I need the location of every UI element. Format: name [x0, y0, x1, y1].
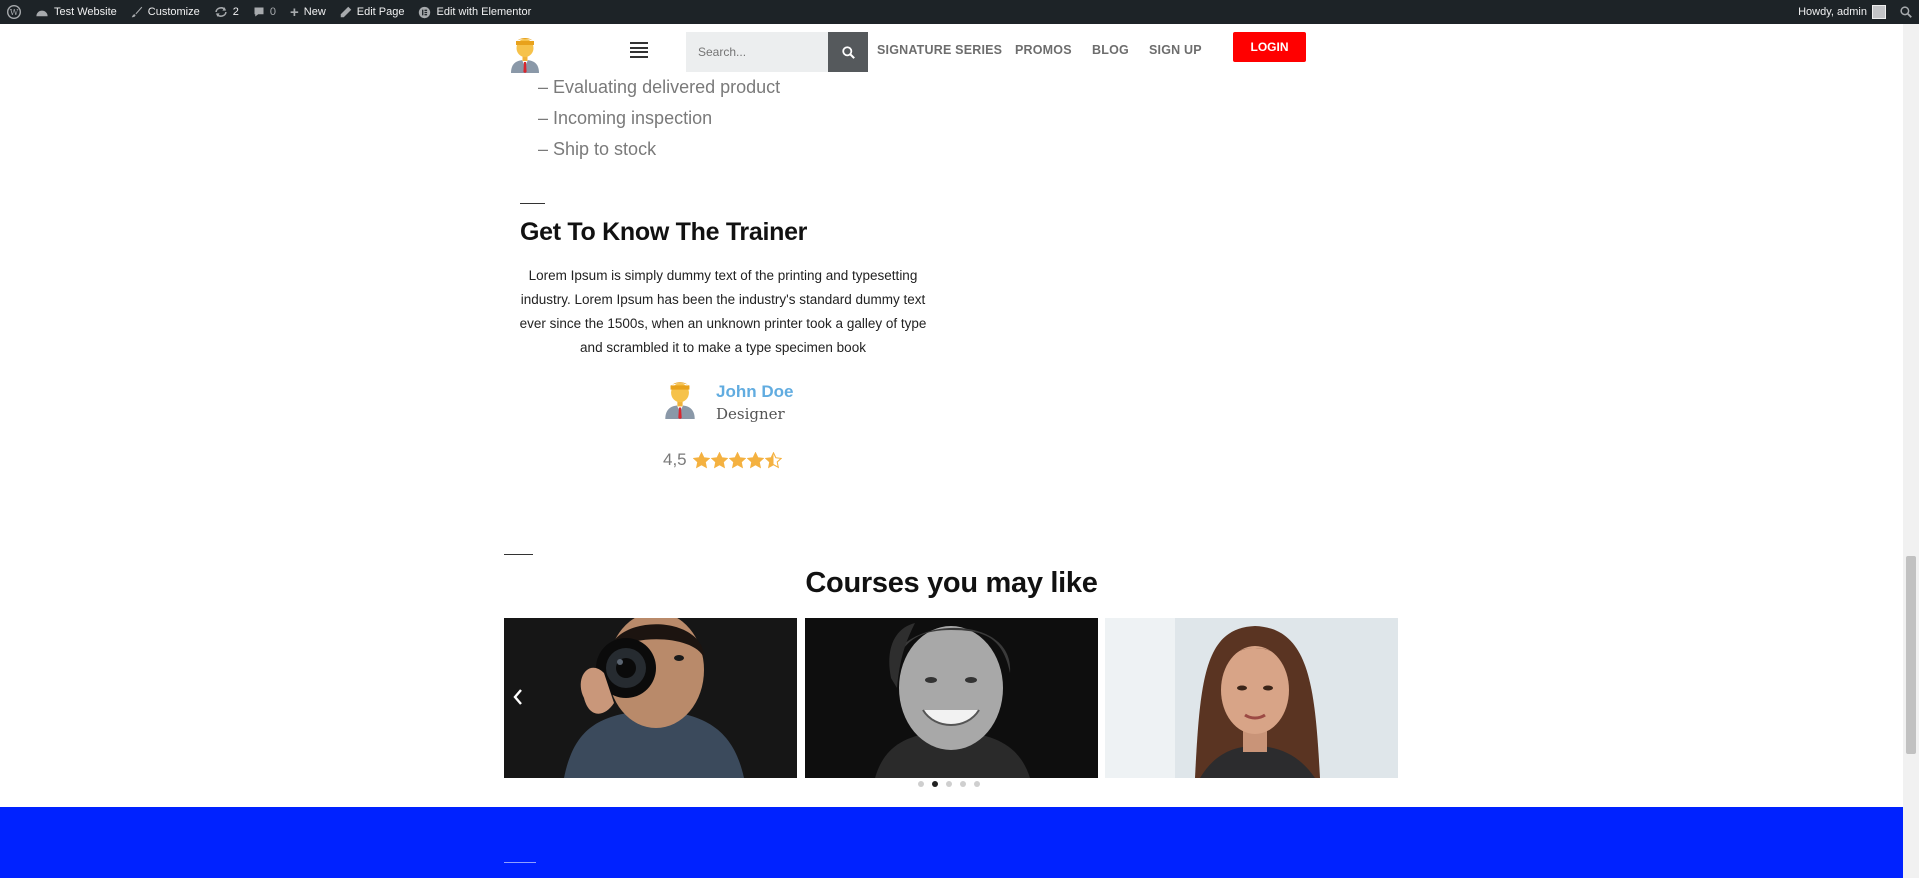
- search-icon: [1900, 6, 1912, 18]
- carousel-dot[interactable]: [960, 781, 966, 787]
- carousel-pagination: [918, 781, 980, 787]
- carousel-dot[interactable]: [932, 781, 938, 787]
- star-icon: [764, 451, 782, 468]
- pencil-icon: [340, 6, 352, 18]
- trainer-avatar-icon: [665, 382, 695, 419]
- course-card[interactable]: [805, 618, 1098, 778]
- section-divider: [504, 554, 533, 555]
- course-image-woman: [1105, 618, 1398, 778]
- howdy-label: Howdy, admin: [1798, 6, 1867, 18]
- trainer-logo-icon: [511, 38, 539, 73]
- elementor-icon: [419, 6, 431, 18]
- trainer-bio: Lorem Ipsum is simply dummy text of the …: [519, 268, 927, 355]
- list-item: – Incoming inspection: [538, 108, 713, 128]
- site-search-input[interactable]: [686, 32, 828, 72]
- site-name-menu[interactable]: Test Website: [28, 0, 124, 24]
- admin-bar-right: Howdy, admin: [1791, 0, 1919, 24]
- carousel-dot[interactable]: [946, 781, 952, 787]
- scrollbar-thumb[interactable]: [1906, 556, 1916, 754]
- footer-section: [0, 807, 1903, 878]
- course-card[interactable]: [504, 618, 797, 778]
- customize-label: Customize: [147, 6, 200, 18]
- nav-signature-series[interactable]: SIGNATURE SERIES: [877, 43, 1002, 57]
- hamburger-bar: [630, 55, 648, 58]
- edit-elementor-menu[interactable]: Edit with Elementor: [411, 0, 538, 24]
- wordpress-icon: W: [7, 5, 21, 19]
- trainer-name[interactable]: John Doe: [716, 382, 793, 402]
- wp-logo-menu[interactable]: W: [0, 0, 28, 24]
- edit-elementor-label: Edit with Elementor: [436, 6, 532, 18]
- svg-text:W: W: [10, 7, 19, 17]
- chevron-left-icon: [513, 689, 522, 705]
- comments-menu[interactable]: 0: [246, 0, 283, 24]
- new-label: New: [303, 6, 326, 18]
- my-account-menu[interactable]: Howdy, admin: [1791, 0, 1893, 24]
- nav-promos[interactable]: PROMOS: [1015, 43, 1072, 57]
- menu-toggle-button[interactable]: [630, 42, 648, 58]
- dashboard-icon: [36, 10, 48, 17]
- updates-icon: [215, 7, 227, 17]
- nav-blog[interactable]: BLOG: [1092, 43, 1129, 57]
- site-search-button[interactable]: [828, 32, 868, 72]
- edit-page-menu[interactable]: Edit Page: [333, 0, 412, 24]
- course-card[interactable]: [1105, 618, 1398, 778]
- carousel-dot[interactable]: [918, 781, 924, 787]
- footer-divider: [504, 862, 536, 863]
- courses-heading: Courses you may like: [805, 567, 1098, 599]
- plus-icon: +: [290, 3, 299, 21]
- trainer-role: Designer: [716, 405, 785, 423]
- carousel-dot[interactable]: [974, 781, 980, 787]
- rating-number: 4,5: [663, 450, 687, 469]
- star-icon: [710, 451, 728, 468]
- course-image-smiling-man: [805, 618, 1098, 778]
- star-rating: [692, 451, 782, 469]
- updates-count: 2: [232, 6, 239, 18]
- list-item: – Evaluating delivered product: [538, 77, 781, 97]
- nav-sign-up[interactable]: SIGN UP: [1149, 43, 1202, 57]
- site-name-label: Test Website: [54, 6, 117, 18]
- site-logo[interactable]: [508, 33, 542, 73]
- updates-menu[interactable]: 2: [207, 0, 246, 24]
- trainer-heading: Get To Know The Trainer: [520, 218, 808, 246]
- trainer-avatar: [661, 377, 699, 419]
- hamburger-bar: [630, 51, 648, 54]
- course-image-photographer: [504, 618, 797, 778]
- star-icon: [728, 451, 746, 468]
- star-icon: [746, 451, 764, 468]
- trainer-rating: 4,5: [663, 450, 782, 470]
- admin-avatar: [1872, 5, 1886, 19]
- login-button[interactable]: LOGIN: [1233, 32, 1306, 62]
- brush-icon: [131, 6, 143, 18]
- comment-icon: [254, 7, 264, 17]
- carousel-prev-icon[interactable]: [512, 686, 524, 712]
- section-divider: [520, 203, 545, 204]
- wp-admin-bar: W Test Website Customize 2 0 + New Edit …: [0, 0, 1919, 24]
- admin-search[interactable]: [1893, 0, 1919, 24]
- search-icon: [841, 45, 855, 59]
- edit-page-label: Edit Page: [356, 6, 405, 18]
- new-content-menu[interactable]: + New: [283, 0, 333, 24]
- list-item: – Ship to stock: [538, 139, 657, 159]
- hamburger-bar: [630, 42, 648, 44]
- star-icon: [692, 451, 710, 468]
- comments-count: 0: [269, 6, 276, 18]
- hamburger-bar: [630, 46, 648, 49]
- customize-menu[interactable]: Customize: [124, 0, 207, 24]
